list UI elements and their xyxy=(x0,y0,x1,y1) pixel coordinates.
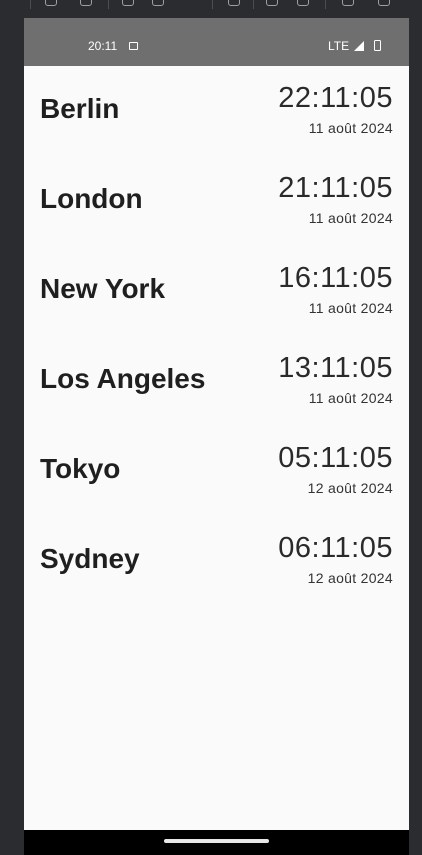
back-icon[interactable] xyxy=(122,0,134,6)
rotate-left-icon[interactable] xyxy=(45,0,57,6)
home-gesture-handle[interactable] xyxy=(164,839,269,843)
battery-icon xyxy=(374,40,381,51)
status-bar: 20:11 LTE xyxy=(24,18,409,66)
city-name: London xyxy=(40,183,143,214)
navigation-bar xyxy=(24,830,409,855)
clock-time: 13:11:05 xyxy=(278,352,393,384)
toolbar-divider xyxy=(253,0,254,9)
clock-date: 11 août 2024 xyxy=(308,300,393,316)
screenshot-icon[interactable] xyxy=(266,0,278,6)
clock-time: 22:11:05 xyxy=(278,82,393,114)
clock-date: 11 août 2024 xyxy=(308,120,393,136)
signal-icon xyxy=(354,41,364,51)
status-time: 20:11 xyxy=(88,39,118,53)
home-icon[interactable] xyxy=(152,0,164,6)
extended-controls-icon[interactable] xyxy=(378,0,390,6)
clock-row-sydney[interactable]: Sydney 06:11:05 12 août 2024 xyxy=(24,516,409,606)
network-type: LTE xyxy=(328,39,350,53)
city-name: Berlin xyxy=(40,93,120,124)
clock-date: 12 août 2024 xyxy=(307,480,393,496)
clock-row-tokyo[interactable]: Tokyo 05:11:05 12 août 2024 xyxy=(24,426,409,516)
toolbar-divider xyxy=(212,0,213,9)
city-name: Sydney xyxy=(40,543,140,574)
clock-time: 05:11:05 xyxy=(278,442,393,474)
toolbar-divider xyxy=(325,0,326,9)
clock-row-berlin[interactable]: Berlin 22:11:05 11 août 2024 xyxy=(24,66,409,156)
toolbar-divider xyxy=(30,0,31,9)
clock-time: 21:11:05 xyxy=(278,172,393,204)
settings-icon[interactable] xyxy=(228,0,240,6)
clock-time: 16:11:05 xyxy=(278,262,393,294)
device-screen: 20:11 LTE Berlin 22:11:05 11 août 2024 L… xyxy=(24,18,409,855)
clock-date: 11 août 2024 xyxy=(308,210,393,226)
clock-date: 12 août 2024 xyxy=(307,570,393,586)
emulator-toolbar xyxy=(0,0,422,10)
rotate-right-icon[interactable] xyxy=(80,0,92,6)
city-name: Los Angeles xyxy=(40,363,206,394)
record-icon[interactable] xyxy=(297,0,309,6)
emulator-window: 20:11 LTE Berlin 22:11:05 11 août 2024 L… xyxy=(0,0,422,855)
notification-icon xyxy=(129,42,138,50)
toolbar-divider xyxy=(108,0,109,9)
city-name: Tokyo xyxy=(40,453,121,484)
clock-row-london[interactable]: London 21:11:05 11 août 2024 xyxy=(24,156,409,246)
power-icon[interactable] xyxy=(342,0,354,6)
clock-time: 06:11:05 xyxy=(278,532,393,564)
world-clock-list: Berlin 22:11:05 11 août 2024 London 21:1… xyxy=(24,66,409,606)
clock-row-los-angeles[interactable]: Los Angeles 13:11:05 11 août 2024 xyxy=(24,336,409,426)
city-name: New York xyxy=(40,273,166,304)
clock-date: 11 août 2024 xyxy=(308,390,393,406)
clock-row-new-york[interactable]: New York 16:11:05 11 août 2024 xyxy=(24,246,409,336)
